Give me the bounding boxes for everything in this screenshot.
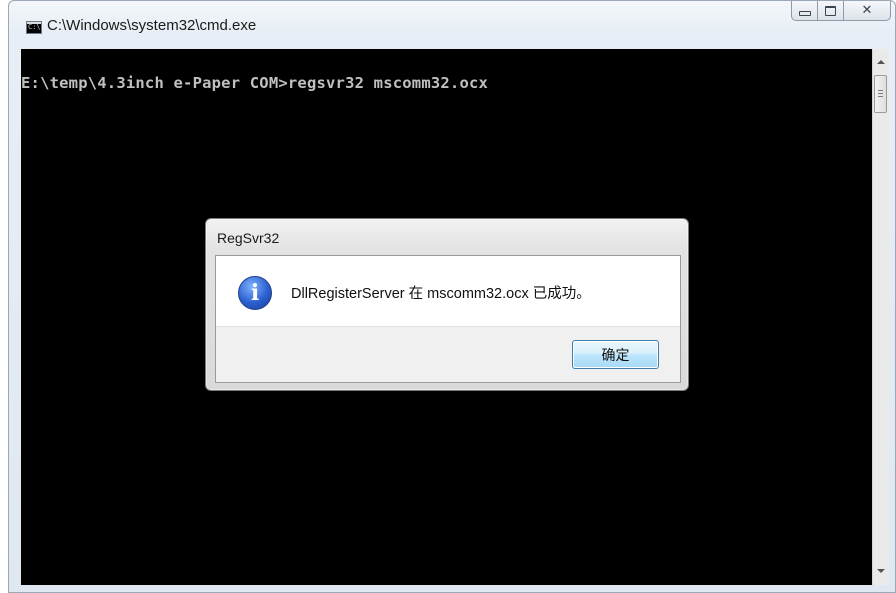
grip-line xyxy=(878,93,883,94)
cmd-icon[interactable]: C:\ xyxy=(26,21,42,34)
scroll-up-arrow-icon[interactable] xyxy=(877,60,885,64)
dialog-title: RegSvr32 xyxy=(217,230,280,246)
dialog-footer: 确定 xyxy=(216,326,680,382)
minimize-icon xyxy=(798,11,811,16)
grip-line xyxy=(878,90,883,91)
dialog-body: i DllRegisterServer 在 mscomm32.ocx 已成功。 … xyxy=(215,255,681,383)
caption-buttons: ✕ xyxy=(791,1,891,21)
title-bar[interactable]: C:\ C:\Windows\system32\cmd.exe ✕ xyxy=(9,1,895,49)
maximize-icon xyxy=(825,5,836,16)
info-icon: i xyxy=(238,276,272,310)
maximize-button[interactable] xyxy=(818,1,844,21)
ok-button[interactable]: 确定 xyxy=(572,340,659,369)
scroll-down-arrow-icon[interactable] xyxy=(877,569,885,573)
dialog-message: DllRegisterServer 在 mscomm32.ocx 已成功。 xyxy=(291,286,591,302)
regsvr32-dialog: RegSvr32 i DllRegisterServer 在 mscomm32.… xyxy=(205,218,689,391)
console-line: E:\temp\4.3inch e-Paper COM>regsvr32 msc… xyxy=(21,74,489,92)
scroll-thumb[interactable] xyxy=(874,75,887,113)
window-title: C:\Windows\system32\cmd.exe xyxy=(47,17,257,34)
minimize-button[interactable] xyxy=(791,1,818,21)
grip-line xyxy=(878,96,883,97)
close-button[interactable]: ✕ xyxy=(844,1,891,21)
vertical-scrollbar[interactable] xyxy=(872,49,889,585)
close-icon: ✕ xyxy=(861,3,873,18)
